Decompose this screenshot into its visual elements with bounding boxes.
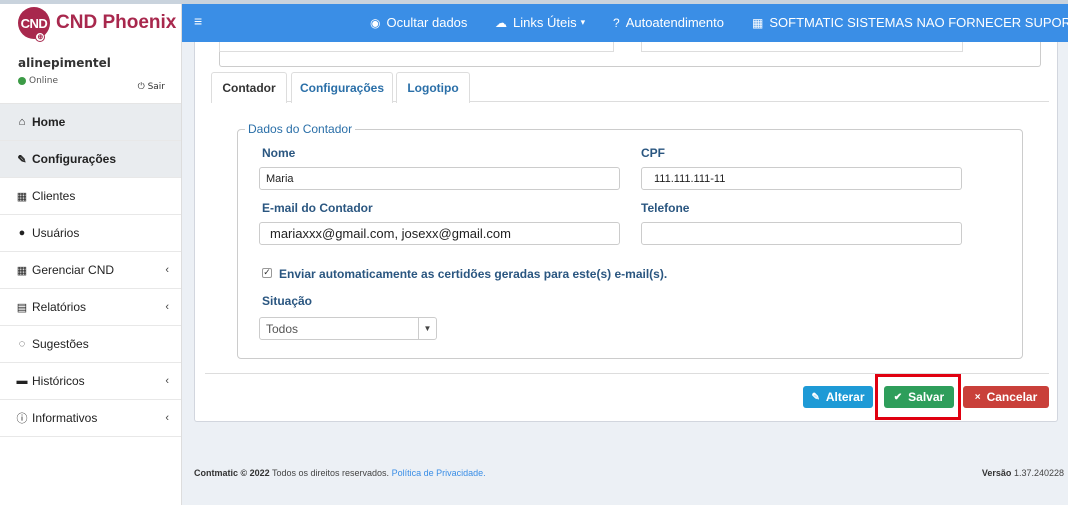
hide-data-link[interactable]: ◉ Ocultar dados	[370, 15, 467, 30]
user-icon: ●	[18, 227, 26, 239]
question-circle-icon: ?	[613, 15, 620, 30]
sidebar-item-usuarios[interactable]: ● Usuários	[0, 215, 181, 252]
sidebar-item-historicos[interactable]: ▬ Históricos ‹	[0, 363, 181, 400]
sidebar-item-informativos[interactable]: ⓘ Informativos ‹	[0, 400, 181, 437]
telefone-label: Telefone	[641, 201, 690, 215]
self-service-link[interactable]: ? Autoatendimento	[613, 15, 724, 30]
cpf-label: CPF	[641, 146, 665, 160]
chevron-left-icon: ‹	[165, 301, 169, 313]
cpf-input[interactable]: 111.111.111-11	[641, 167, 962, 190]
nome-label: Nome	[262, 146, 296, 160]
close-icon: ×	[974, 391, 981, 403]
sidebar: CND ⊕ CND Phoenix alinepimentel Online ⏻…	[0, 4, 182, 505]
nome-input[interactable]: Maria	[259, 167, 620, 190]
username: alinepimentel	[18, 56, 111, 70]
cnd-logo-icon: CND ⊕	[18, 7, 50, 42]
auto-send-label: Enviar automaticamente as certidões gera…	[279, 267, 668, 281]
tab-contador[interactable]: Contador	[211, 72, 287, 103]
app-logo[interactable]: CND ⊕ CND Phoenix	[0, 4, 181, 42]
top-navbar: ≡ ◉ Ocultar dados ☁ Links Úteis ▾ ? Auto…	[182, 4, 1068, 42]
sidebar-item-configuracoes[interactable]: ✎ Configurações	[0, 141, 181, 178]
telefone-input[interactable]	[641, 222, 962, 245]
previous-field-right	[641, 42, 963, 52]
cloud-icon: ☁	[495, 15, 507, 30]
email-input[interactable]: mariaxxx@gmail.com, josexx@gmail.com	[259, 222, 620, 245]
wrench-icon: ✎	[17, 153, 27, 166]
calendar-icon: ▦	[16, 264, 28, 277]
page-footer: Contmatic © 2022 Todos os direitos reser…	[194, 468, 1064, 478]
situacao-select[interactable]: Todos ▼	[259, 317, 437, 340]
salvar-highlight-box	[875, 374, 961, 420]
footer-rights: Todos os direitos reservados.	[272, 468, 390, 478]
menu-toggle-icon[interactable]: ≡	[194, 13, 202, 29]
company-dropdown[interactable]: ▦ SOFTMATIC SISTEMAS NAO FORNECER SUPORT…	[752, 15, 1068, 30]
logout-link[interactable]: ⏻ Sair	[138, 82, 165, 92]
situacao-label: Situação	[262, 294, 313, 308]
sidebar-item-clientes[interactable]: ▦ Clientes	[0, 178, 181, 215]
file-icon: ▤	[16, 301, 28, 314]
comments-icon: ◌	[18, 338, 26, 350]
sidebar-item-home[interactable]: ⌂ Home	[0, 104, 181, 141]
email-label: E-mail do Contador	[262, 201, 373, 215]
chevron-left-icon: ‹	[165, 375, 169, 387]
previous-field-left	[219, 42, 614, 52]
power-icon: ⏻	[137, 82, 145, 92]
footer-version: Versão 1.37.240228	[981, 468, 1064, 478]
cancelar-button[interactable]: × Cancelar	[963, 386, 1049, 408]
user-panel: alinepimentel Online ⏻ Sair	[0, 42, 181, 104]
chevron-left-icon: ‹	[165, 412, 169, 424]
archive-icon: ▬	[16, 375, 28, 387]
info-icon: ⓘ	[16, 413, 28, 425]
eye-slash-icon: ◉	[370, 15, 381, 30]
chevron-down-icon: ▼	[418, 318, 436, 339]
home-icon: ⌂	[18, 116, 26, 128]
tab-configuracoes[interactable]: Configurações	[291, 72, 393, 103]
tab-logotipo[interactable]: Logotipo	[396, 72, 470, 103]
alterar-button[interactable]: ✎ Alterar	[803, 386, 873, 408]
app-name: CND Phoenix	[56, 12, 177, 33]
chevron-left-icon: ‹	[165, 264, 169, 276]
online-status-icon	[18, 77, 26, 85]
sidebar-item-gerenciar-cnd[interactable]: ▦ Gerenciar CND ‹	[0, 252, 181, 289]
building-icon: ▦	[752, 15, 764, 30]
sidebar-item-relatorios[interactable]: ▤ Relatórios ‹	[0, 289, 181, 326]
caret-down-icon: ▾	[580, 17, 586, 27]
privacy-policy-link[interactable]: Política de Privacidade.	[392, 468, 486, 478]
building-icon: ▦	[16, 190, 28, 203]
sidebar-item-sugestoes[interactable]: ◌ Sugestões	[0, 326, 181, 363]
tab-bar: Contador Configurações Logotipo	[211, 72, 1049, 103]
pencil-icon: ✎	[811, 391, 820, 403]
footer-company: Contmatic © 2022	[194, 468, 270, 478]
auto-send-checkbox[interactable]: ✓	[262, 268, 272, 278]
fieldset-legend: Dados do Contador	[245, 122, 356, 136]
links-uteis-dropdown[interactable]: ☁ Links Úteis ▾	[495, 15, 585, 30]
settings-panel: Contador Configurações Logotipo Dados do…	[194, 42, 1058, 422]
